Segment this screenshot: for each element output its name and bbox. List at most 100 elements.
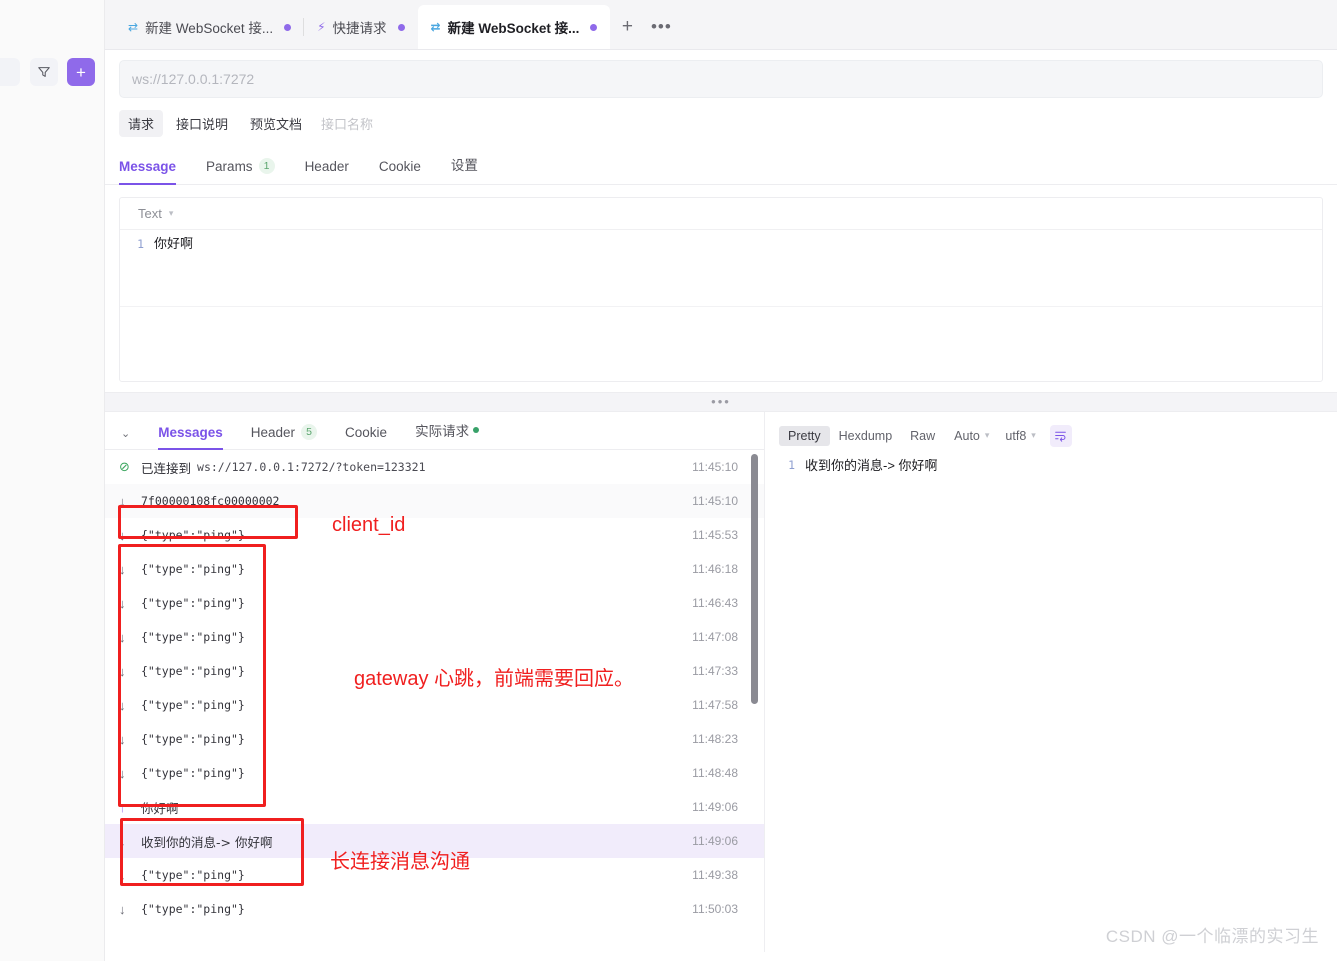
collapse-chevron-icon[interactable]: ⌄ [121, 427, 130, 449]
auto-format-select[interactable]: Auto ▾ [944, 426, 995, 446]
editor-body[interactable]: 1 你好啊 [120, 230, 1322, 254]
message-time: 11:49:06 [692, 834, 738, 848]
view-hexdump-button[interactable]: Hexdump [830, 426, 902, 446]
app-root: + ⇄ 新建 WebSocket 接... ⚡ 快捷请求 ⇄ 新建 WebSoc… [0, 0, 1337, 961]
message-time: 11:50:03 [692, 902, 738, 916]
doctab-api-description[interactable]: 接口说明 [167, 110, 237, 137]
arrow-down-icon: ↓ [119, 561, 126, 577]
unsaved-dot-icon [284, 23, 292, 31]
table-row[interactable]: ↓ {"type":"ping"} 11:48:23 [105, 722, 764, 756]
tab-cookie[interactable]: Cookie [379, 159, 421, 185]
chevron-down-icon[interactable]: ▾ [169, 208, 174, 219]
result-line-number: 1 [788, 458, 795, 472]
tab-response-cookie-label: Cookie [345, 425, 388, 440]
window-tab-2[interactable]: ⚡ 快捷请求 [303, 5, 417, 49]
message-text: {"type":"ping"} [141, 630, 245, 644]
tab-params[interactable]: Params 1 [206, 158, 275, 185]
tab-settings-label: 设置 [450, 158, 478, 173]
window-tab-3[interactable]: ⇄ 新建 WebSocket 接... [417, 5, 611, 49]
view-pretty-button[interactable]: Pretty [779, 425, 830, 446]
connection-status-row: ⊘ 已连接到 ws://127.0.0.1:7272/?token=123321… [105, 450, 764, 484]
table-row[interactable]: ↓ {"type":"ping"} 11:50:03 [105, 892, 764, 926]
filter-icon[interactable] [30, 58, 58, 86]
chevron-down-icon: ▾ [984, 430, 990, 440]
tab-header[interactable]: Header [305, 159, 349, 185]
add-request-button[interactable]: + [67, 58, 95, 86]
api-name-input[interactable]: 接口名称 [315, 114, 373, 133]
message-list-scrollbar[interactable] [751, 454, 758, 704]
tab-response-header[interactable]: Header 5 [250, 424, 318, 450]
wrap-text-icon[interactable] [1049, 424, 1072, 447]
message-time: 11:47:33 [692, 664, 738, 678]
table-row[interactable]: ↓ {"type":"ping"} 11:47:58 [105, 688, 764, 722]
annotation-label-longconn: 长连接消息沟通 [330, 851, 470, 873]
tab-response-header-label: Header [250, 424, 296, 440]
tab-response-cookie[interactable]: Cookie [345, 425, 387, 450]
message-text: {"type":"ping"} [141, 698, 245, 712]
tab-params-label: Params [206, 158, 253, 174]
message-text: {"type":"ping"} [141, 902, 245, 916]
editor-line-number: 1 [137, 237, 144, 251]
arrow-down-icon: ↓ [119, 629, 126, 645]
message-text: 收到你的消息-> 你好啊 [141, 834, 273, 850]
tab-message[interactable]: Message [119, 159, 177, 185]
table-row[interactable]: ↓ 7f00000108fc00000002 11:45:10 [105, 484, 764, 518]
ws-url-input[interactable]: ws://127.0.0.1:7272 [119, 60, 1323, 98]
message-time: 11:48:48 [692, 766, 738, 780]
table-row[interactable]: ↓ {"type":"ping"} 11:48:48 [105, 756, 764, 790]
message-time: 11:46:43 [692, 596, 738, 610]
editor-content[interactable]: 你好啊 [154, 235, 1322, 254]
message-editor: Text ▾ 1 你好啊 [119, 197, 1323, 382]
message-time: 11:49:38 [692, 868, 738, 882]
message-time: 11:47:08 [692, 630, 738, 644]
message-text: 你好啊 [141, 800, 179, 816]
arrow-down-icon: ↓ [119, 595, 126, 611]
table-row[interactable]: ↓ {"type":"ping"} 11:45:53 [105, 518, 764, 552]
result-body: 1 收到你的消息-> 你好啊 [765, 450, 1337, 475]
left-sidebar: + [0, 0, 105, 961]
table-row[interactable]: ↓ {"type":"ping"} 11:47:08 [105, 620, 764, 654]
arrow-down-icon: ↓ [119, 901, 126, 917]
tab-messages[interactable]: Messages [158, 425, 223, 450]
tab-cookie-label: Cookie [378, 159, 421, 174]
table-row[interactable]: ↓ {"type":"ping"} 11:46:43 [105, 586, 764, 620]
tab-settings[interactable]: 设置 [451, 154, 478, 185]
new-tab-button[interactable]: + [610, 5, 644, 49]
message-time: 11:48:23 [692, 732, 738, 746]
api-name-placeholder: 接口名称 [321, 117, 374, 132]
arrow-down-icon: ↓ [119, 493, 126, 509]
unsaved-dot-icon [590, 23, 598, 31]
arrow-down-icon: ↓ [119, 765, 126, 781]
table-row[interactable]: ↓ {"type":"ping"} 11:46:18 [105, 552, 764, 586]
window-tab-1[interactable]: ⇄ 新建 WebSocket 接... [115, 5, 304, 49]
unsaved-dot-icon [397, 23, 405, 31]
actual-request-dot-icon [473, 427, 480, 433]
sidebar-collapse-button[interactable] [0, 58, 20, 86]
chevron-down-icon: ▾ [1031, 430, 1036, 440]
doctab-preview-doc[interactable]: 预览文档 [241, 110, 311, 137]
result-content[interactable]: 收到你的消息-> 你好啊 [805, 456, 938, 475]
arrow-up-icon: ↑ [119, 799, 126, 815]
result-panel: Pretty Hexdump Raw Auto ▾ utf8 ▾ 1 收到你的消… [765, 412, 1337, 952]
message-time: 11:45:10 [692, 494, 738, 508]
websocket-icon: ⇄ [430, 20, 441, 34]
tab-overflow-label: ••• [650, 17, 672, 36]
editor-format-select[interactable]: Text [138, 206, 162, 221]
message-time: 11:46:18 [692, 562, 738, 576]
charset-select[interactable]: utf8 ▾ [995, 426, 1041, 446]
ws-url-placeholder: ws://127.0.0.1:7272 [132, 71, 255, 87]
panel-splitter[interactable]: ••• [105, 392, 1337, 412]
view-raw-button[interactable]: Raw [901, 426, 944, 446]
new-tab-label: + [621, 16, 633, 37]
doctab-request[interactable]: 请求 [119, 110, 164, 137]
connection-status-label: 已连接到 [141, 461, 192, 476]
arrow-down-icon: ↓ [119, 527, 126, 543]
doctab-api-description-label: 接口说明 [176, 117, 229, 132]
table-row[interactable]: ↑ 你好啊 11:49:06 [105, 790, 764, 824]
tab-actual-request-label: 实际请求 [415, 424, 470, 439]
watermark: CSDN @一个临漂的实习生 [1105, 927, 1319, 946]
tab-actual-request[interactable]: 实际请求 [415, 420, 480, 450]
annotation-label-client-id: client_id [332, 514, 406, 536]
arrow-down-icon: ↓ [119, 833, 126, 849]
tab-overflow-button[interactable]: ••• [644, 5, 678, 49]
